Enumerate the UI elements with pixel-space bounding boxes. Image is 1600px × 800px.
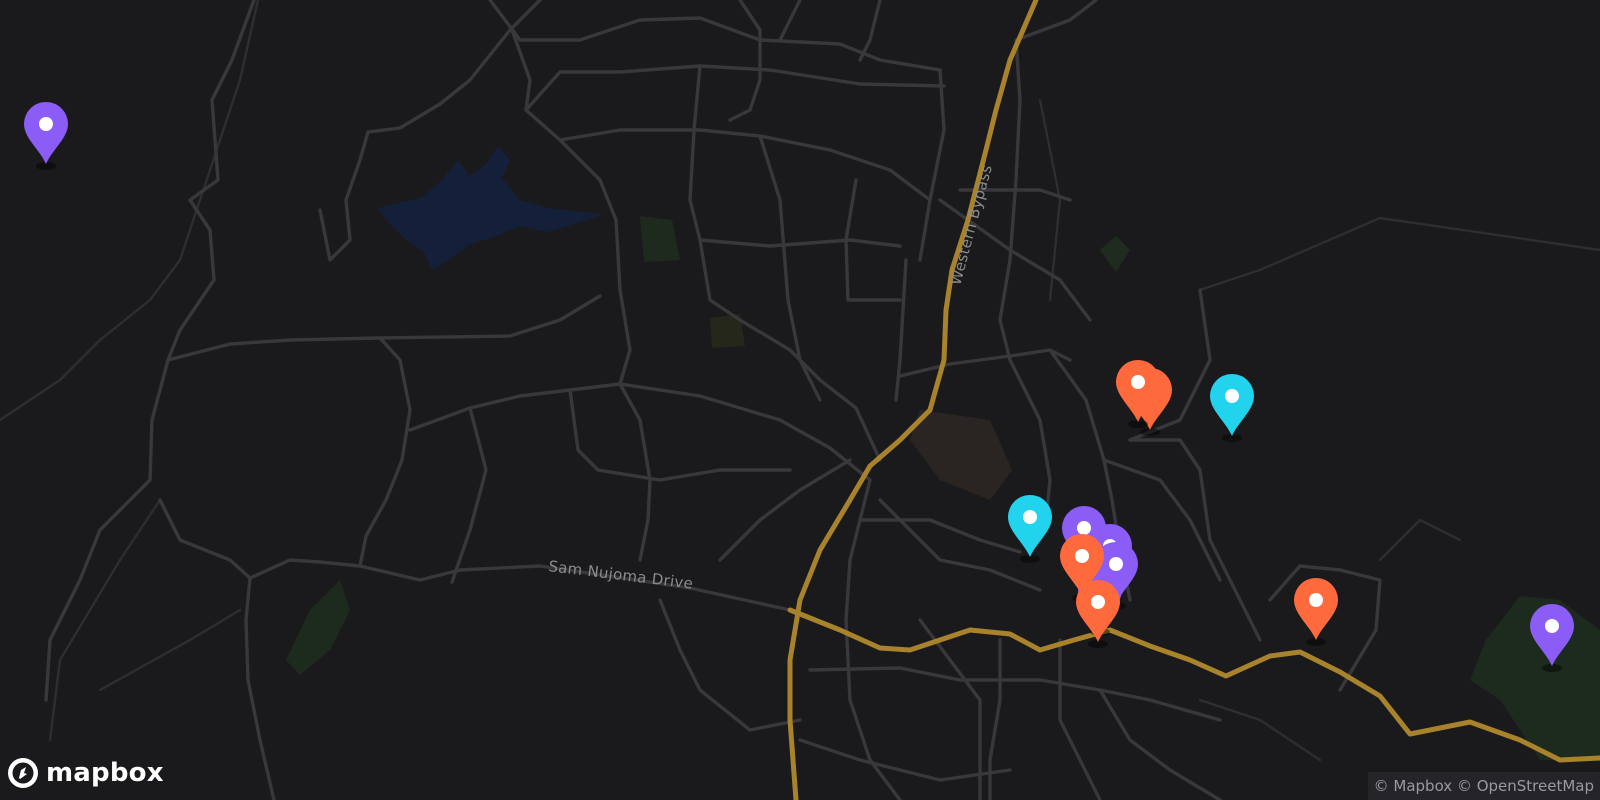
map-background xyxy=(0,0,1600,800)
map-pin-dot xyxy=(1091,595,1105,609)
map-pin-dot xyxy=(1545,619,1559,633)
map-pin-dot xyxy=(1077,521,1091,535)
mapbox-logo-text: mapbox xyxy=(46,758,164,788)
map-pin-dot xyxy=(1075,549,1089,563)
mapbox-logo[interactable]: mapbox xyxy=(6,756,164,790)
map-canvas[interactable]: Western Bypass Sam Nujoma Drive xyxy=(0,0,1600,800)
map-pin-dot xyxy=(39,117,53,131)
map-pin-dot xyxy=(1309,593,1323,607)
map-pin-dot xyxy=(1023,510,1037,524)
map-attribution[interactable]: © Mapbox © OpenStreetMap xyxy=(1367,772,1600,800)
map-pin-dot xyxy=(1131,375,1145,389)
mapbox-logo-icon xyxy=(8,758,38,788)
map-pin-dot xyxy=(1225,389,1239,403)
map-pin-dot xyxy=(1109,557,1123,571)
